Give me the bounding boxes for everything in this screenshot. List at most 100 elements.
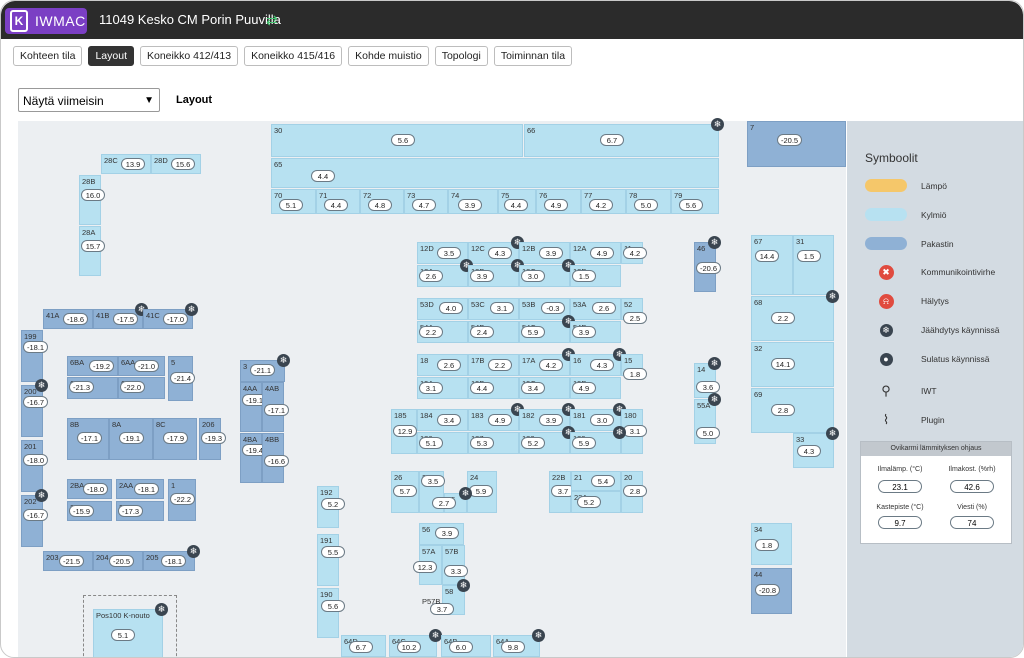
room-temperature-value[interactable]: 1.8 (755, 539, 779, 551)
room-temperature-value[interactable]: 5.7 (393, 485, 417, 497)
room-temperature-value[interactable]: 5.9 (469, 485, 493, 497)
room-temperature-value[interactable]: 5.6 (391, 134, 415, 146)
room-temperature-value[interactable]: -16.7 (23, 396, 49, 408)
room-temperature-value[interactable]: -19.1 (119, 432, 145, 444)
room-temperature-value[interactable]: 4.2 (539, 359, 563, 371)
room-temperature-value[interactable]: 1.8 (623, 368, 647, 380)
tab-koneikko-412-413[interactable]: Koneikko 412/413 (140, 46, 239, 66)
room-temperature-value[interactable]: 3.5 (421, 475, 445, 487)
room-temperature-value[interactable]: 4.4 (504, 199, 528, 211)
room-temperature-value[interactable]: 5.1 (419, 437, 443, 449)
room-temperature-value[interactable]: 3.9 (539, 414, 563, 426)
room-temperature-value[interactable]: 3.1 (490, 302, 514, 314)
room-temperature-value[interactable]: 5.2 (321, 498, 345, 510)
room-temperature-value[interactable]: -17.1 (77, 432, 103, 444)
room-temperature-value[interactable]: 9.8 (501, 641, 525, 653)
room-temperature-value[interactable]: -20.6 (696, 262, 722, 274)
room-temperature-value[interactable]: 5.2 (521, 437, 545, 449)
room-temperature-value[interactable]: 5.9 (572, 437, 596, 449)
room-temperature-value[interactable]: -18.6 (63, 313, 89, 325)
room-temperature-value[interactable]: 2.2 (488, 359, 512, 371)
room-temperature-value[interactable]: -15.9 (69, 505, 95, 517)
room-temperature-value[interactable]: 1.5 (797, 250, 821, 262)
room-temperature-value[interactable]: -19.3 (201, 432, 227, 444)
room-temperature-value[interactable]: -17.9 (163, 432, 189, 444)
room-temperature-value[interactable]: -20.5 (777, 134, 803, 146)
room-temperature-value[interactable]: 3.9 (539, 247, 563, 259)
tab-topologi[interactable]: Topologi (434, 46, 488, 66)
room-temperature-value[interactable]: -18.1 (134, 483, 160, 495)
room-temperature-value[interactable]: -18.0 (83, 483, 109, 495)
iwmac-logo[interactable]: K IWMAC (5, 8, 87, 34)
room-temperature-value[interactable]: 2.8 (771, 404, 795, 416)
room-temperature-value[interactable]: 4.0 (439, 302, 463, 314)
room-temperature-value[interactable]: -21.5 (59, 555, 85, 567)
room-temperature-value[interactable]: 5.2 (577, 496, 601, 508)
room-temperature-value[interactable]: 4.4 (324, 199, 348, 211)
room-temperature-value[interactable]: 3.9 (458, 199, 482, 211)
room-temperature-value[interactable]: 2.6 (592, 302, 616, 314)
room-temperature-value[interactable]: -22.0 (120, 381, 146, 393)
tab-toiminnan-tila[interactable]: Toiminnan tila (493, 46, 573, 66)
room-temperature-value[interactable]: 4.9 (544, 199, 568, 211)
room-temperature-value[interactable]: -20.8 (755, 584, 781, 596)
room-temperature-value[interactable]: 3.3 (444, 565, 468, 577)
room-temperature-value[interactable]: 6.0 (449, 641, 473, 653)
room-temperature-value[interactable]: 3.6 (696, 381, 720, 393)
room-temperature-value[interactable]: -18.1 (161, 555, 187, 567)
room-temperature-value[interactable]: 5.0 (696, 427, 720, 439)
room-temperature-value[interactable]: 4.2 (589, 199, 613, 211)
room-temperature-value[interactable]: 3.4 (521, 382, 545, 394)
room-temperature-value[interactable]: 2.4 (470, 326, 494, 338)
room-temperature-value[interactable]: -0.3 (541, 302, 565, 314)
room-temperature-value[interactable]: 16.0 (81, 189, 105, 201)
room-temperature-value[interactable]: -20.5 (109, 555, 135, 567)
room-temperature-value[interactable]: -18.1 (23, 341, 49, 353)
room-temperature-value[interactable]: 2.7 (432, 497, 456, 509)
room-temperature-value[interactable]: 4.3 (488, 247, 512, 259)
room-temperature-value[interactable]: 5.4 (591, 475, 615, 487)
room-temperature-value[interactable]: 4.4 (470, 382, 494, 394)
room-temperature-value[interactable]: 14.1 (771, 358, 795, 370)
tab-kohde-muistio[interactable]: Kohde muistio (348, 46, 429, 66)
room-tile[interactable]: 191 (317, 534, 339, 586)
room-temperature-value[interactable]: 2.8 (623, 485, 647, 497)
room-temperature-value[interactable]: 4.9 (572, 382, 596, 394)
room-temperature-value[interactable]: 3.9 (572, 326, 596, 338)
room-tile[interactable]: 31 (793, 235, 834, 295)
room-temperature-value[interactable]: 3.1 (623, 425, 647, 437)
room-temperature-value[interactable]: 2.2 (771, 312, 795, 324)
tab-koneikko-415-416[interactable]: Koneikko 415/416 (244, 46, 343, 66)
room-temperature-value[interactable]: -17.3 (118, 505, 144, 517)
sync-icon[interactable]: ⇄ (266, 12, 278, 29)
view-select[interactable]: Näytä viimeisin ▼ (18, 88, 160, 112)
room-temperature-value[interactable]: 6.7 (600, 134, 624, 146)
room-temperature-value[interactable]: 3.0 (590, 414, 614, 426)
room-tile[interactable]: 200 (21, 385, 43, 437)
room-temperature-value[interactable]: 4.3 (797, 445, 821, 457)
room-temperature-value[interactable]: -21.0 (134, 360, 160, 372)
room-temperature-value[interactable]: 15.7 (81, 240, 105, 252)
room-temperature-value[interactable]: 4.4 (311, 170, 335, 182)
room-temperature-value[interactable]: 2.6 (437, 359, 461, 371)
tab-layout[interactable]: Layout (88, 46, 134, 66)
room-temperature-value[interactable]: 4.2 (623, 247, 647, 259)
room-temperature-value[interactable]: 2.5 (623, 312, 647, 324)
room-temperature-value[interactable]: 13.9 (121, 158, 145, 170)
room-temperature-value[interactable]: 3.9 (470, 270, 494, 282)
room-temperature-value[interactable]: 3.9 (435, 527, 459, 539)
room-temperature-value[interactable]: -17.1 (264, 404, 290, 416)
room-temperature-value[interactable]: 5.1 (279, 199, 303, 211)
room-temperature-value[interactable]: -21.4 (170, 372, 196, 384)
room-tile[interactable]: 65 (271, 158, 719, 188)
room-temperature-value[interactable]: 15.6 (171, 158, 195, 170)
tab-kohteen-tila[interactable]: Kohteen tila (13, 46, 83, 66)
room-temperature-value[interactable]: -18.0 (23, 454, 49, 466)
room-temperature-value[interactable]: -19.2 (89, 360, 115, 372)
room-temperature-value[interactable]: 2.6 (419, 270, 443, 282)
room-tile[interactable]: 199 (21, 330, 43, 382)
room-temperature-value[interactable]: 4.9 (488, 414, 512, 426)
room-temperature-value[interactable]: 10.2 (397, 641, 421, 653)
room-temperature-value[interactable]: 3.1 (419, 382, 443, 394)
room-temperature-value[interactable]: 4.9 (590, 247, 614, 259)
